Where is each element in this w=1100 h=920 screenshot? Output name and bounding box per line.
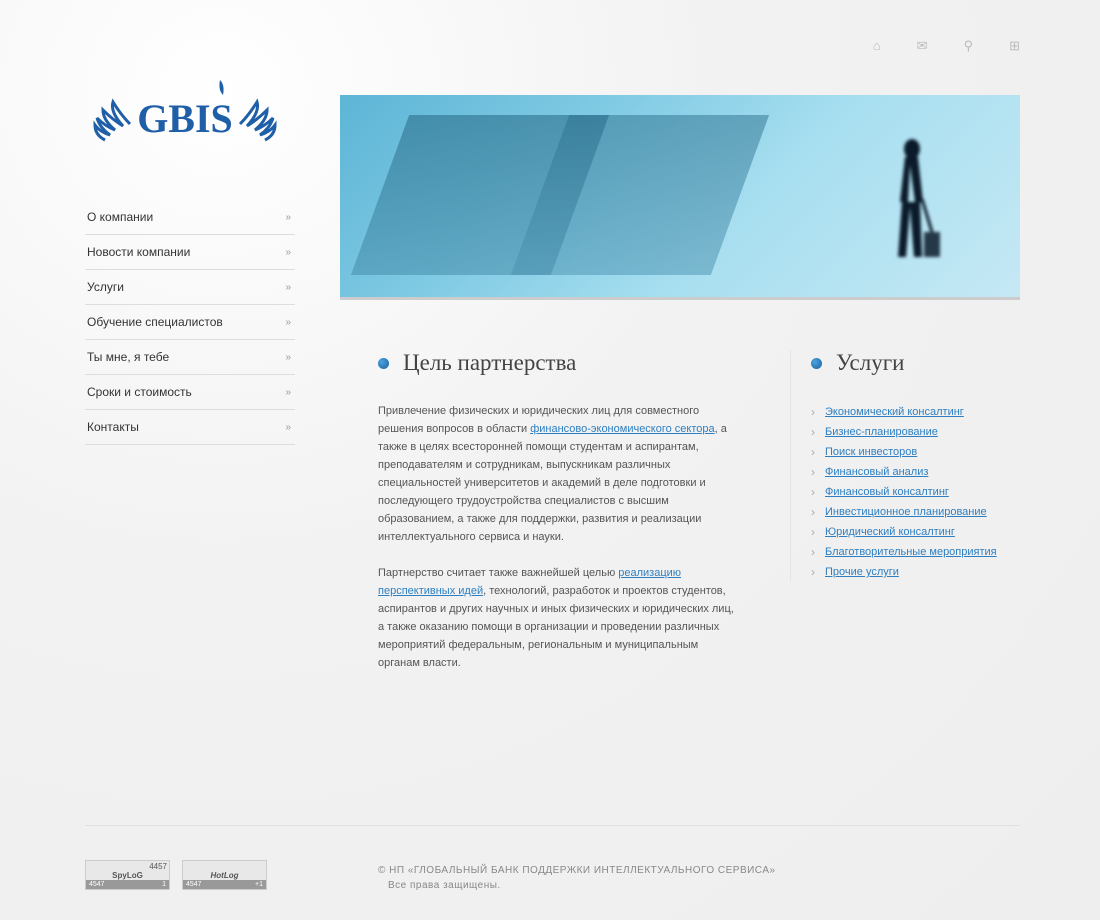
service-item: Финансовый консалтинг [811, 482, 1030, 502]
service-item: Поиск инвесторов [811, 442, 1030, 462]
service-item: Прочие услуги [811, 562, 1030, 582]
chevron-right-icon: » [285, 247, 289, 258]
person-silhouette-icon [880, 137, 940, 267]
search-icon[interactable]: ⚲ [964, 38, 974, 54]
footer-divider [85, 825, 1020, 826]
service-link-fin-analysis[interactable]: Финансовый анализ [825, 466, 928, 478]
service-item: Финансовый анализ [811, 462, 1030, 482]
chevron-right-icon: » [285, 352, 289, 363]
site-logo[interactable]: GBIS [85, 70, 295, 175]
nav-item-news[interactable]: Новости компании » [85, 235, 295, 270]
mail-icon[interactable]: ✉ [917, 38, 928, 54]
chevron-right-icon: » [285, 212, 289, 223]
chevron-right-icon: » [285, 317, 289, 328]
paragraph-1: Привлечение физических и юридических лиц… [378, 402, 738, 546]
main-content: Цель партнерства Привлечение физических … [378, 350, 738, 690]
link-finance-sector[interactable]: финансово-экономического сектора [530, 423, 714, 435]
paragraph-2: Партнерство считает также важнейшей цель… [378, 564, 738, 672]
service-item: Инвестиционное планирование [811, 502, 1030, 522]
counter-hotlog[interactable]: HotLog 4547+1 [182, 860, 267, 890]
service-link-legal[interactable]: Юридический консалтинг [825, 526, 955, 538]
counter-spylog[interactable]: 4457 SpyLoG 45471 [85, 860, 170, 890]
sidebar-title: Услуги [836, 350, 904, 376]
service-item: Экономический консалтинг [811, 402, 1030, 422]
nav-label: Услуги [87, 280, 124, 294]
chevron-right-icon: » [285, 387, 289, 398]
footer-copyright: © НП «ГЛОБАЛЬНЫЙ БАНК ПОДДЕРЖКИ ИНТЕЛЛЕК… [378, 865, 776, 891]
nav-item-contacts[interactable]: Контакты » [85, 410, 295, 445]
service-link-charity[interactable]: Благотворительные мероприятия [825, 546, 997, 558]
chevron-right-icon: » [285, 282, 289, 293]
service-link-other[interactable]: Прочие услуги [825, 566, 899, 578]
hit-counters: 4457 SpyLoG 45471 HotLog 4547+1 [85, 860, 267, 890]
nav-label: Обучение специалистов [87, 315, 223, 329]
nav-item-exchange[interactable]: Ты мне, я тебе » [85, 340, 295, 375]
service-item: Благотворительные мероприятия [811, 542, 1030, 562]
page-title: Цель партнерства [403, 350, 576, 376]
service-item: Бизнес-планирование [811, 422, 1030, 442]
nav-label: Контакты [87, 420, 139, 434]
nav-item-services[interactable]: Услуги » [85, 270, 295, 305]
service-link-economic[interactable]: Экономический консалтинг [825, 406, 964, 418]
nav-item-about[interactable]: О компании » [85, 200, 295, 235]
top-icon-bar: ⌂ ✉ ⚲ ⊞ [873, 38, 1020, 54]
service-link-fin-consulting[interactable]: Финансовый консалтинг [825, 486, 949, 498]
bullet-icon [378, 358, 389, 369]
home-icon[interactable]: ⌂ [873, 38, 881, 54]
bullet-icon [811, 358, 822, 369]
nav-label: Ты мне, я тебе [87, 350, 169, 364]
service-link-investment[interactable]: Инвестиционное планирование [825, 506, 987, 518]
main-nav: О компании » Новости компании » Услуги »… [85, 200, 295, 445]
logo-text: GBIS [137, 96, 233, 141]
nav-label: Новости компании [87, 245, 190, 259]
nav-label: Сроки и стоимость [87, 385, 192, 399]
nav-item-training[interactable]: Обучение специалистов » [85, 305, 295, 340]
service-link-business-plan[interactable]: Бизнес-планирование [825, 426, 938, 438]
sidebar-services: Услуги Экономический консалтинг Бизнес-п… [790, 350, 1030, 582]
service-link-investors[interactable]: Поиск инвесторов [825, 446, 917, 458]
chevron-right-icon: » [285, 422, 289, 433]
nav-item-pricing[interactable]: Сроки и стоимость » [85, 375, 295, 410]
hero-banner [340, 95, 1020, 300]
sitemap-icon[interactable]: ⊞ [1009, 38, 1020, 54]
nav-label: О компании [87, 210, 153, 224]
service-item: Юридический консалтинг [811, 522, 1030, 542]
